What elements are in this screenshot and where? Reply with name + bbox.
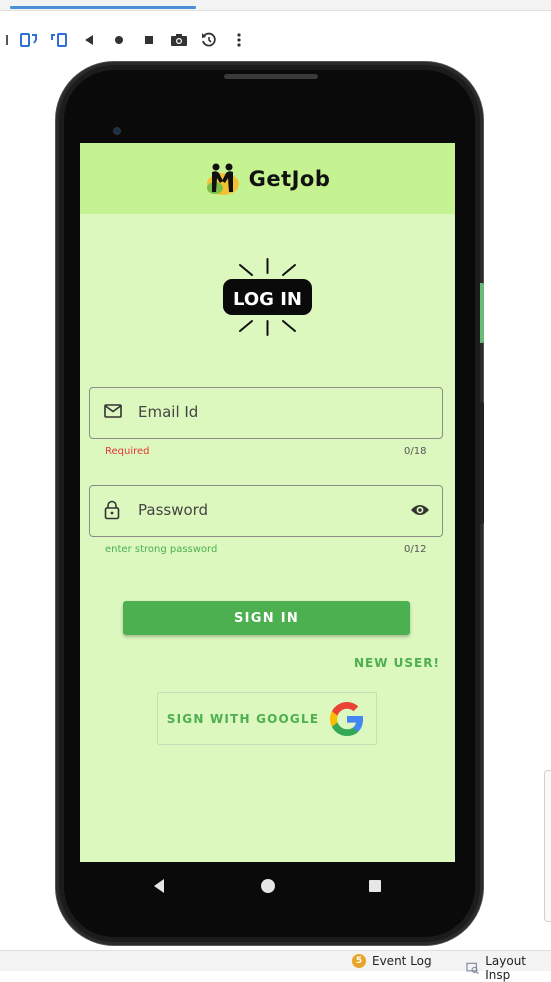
email-char-counter: 0/18 [404,446,427,457]
nav-overview-icon[interactable] [368,879,382,893]
overview-icon[interactable] [134,25,164,55]
speaker-grill [224,74,318,79]
nav-back-icon[interactable] [152,878,166,894]
google-sign-in-label: SIGN WITH GOOGLE [166,711,320,726]
volume-button[interactable] [480,283,484,343]
rotate-right-icon[interactable] [14,25,44,55]
eye-icon[interactable] [410,503,430,517]
back-icon[interactable] [74,25,104,55]
camera-icon[interactable] [164,25,194,55]
rotate-left-icon[interactable] [44,25,74,55]
email-field[interactable]: Email Id [89,387,443,439]
event-log-label: Event Log [372,954,432,968]
password-char-counter: 0/12 [404,544,427,555]
ide-side-panel [544,770,551,922]
emulator-toolbar [0,22,254,58]
snapshot-restore-icon[interactable] [194,25,224,55]
active-tab-indicator [10,6,196,9]
power-icon[interactable] [0,25,14,55]
password-placeholder: Password [138,501,209,519]
ide-tab-strip [0,0,551,11]
login-badge-text: LOG IN [233,289,302,310]
more-options-icon[interactable] [224,25,254,55]
event-count-badge: 5 [352,954,366,968]
google-logo-icon [330,701,364,736]
nav-home-icon[interactable] [260,878,276,894]
event-log-item[interactable]: 5 Event Log [352,954,432,968]
front-camera [113,127,121,135]
handshake-logo-icon [206,163,239,195]
android-nav-bar [80,862,455,912]
email-placeholder: Email Id [138,403,199,421]
mail-icon [104,404,122,418]
lock-icon [104,500,120,520]
brand-name: GetJob [248,166,331,191]
new-user-link[interactable]: NEW USER! [354,656,440,670]
ide-status-bar: 5 Event Log Layout Insp [0,950,551,982]
power-side-button[interactable] [480,402,484,524]
google-sign-in-button[interactable]: SIGN WITH GOOGLE [157,692,377,745]
sign-in-button[interactable]: SIGN IN [123,601,410,635]
brand: GetJob [205,162,331,196]
home-icon[interactable] [104,25,134,55]
email-helper-text: Required [105,446,150,457]
layout-inspector-label: Layout Insp [485,954,527,982]
password-helper-text: enter strong password [105,544,218,555]
app-screen: GetJob LOG IN Email Id Required 0/18 Pas [80,143,455,862]
password-field[interactable]: Password [89,485,443,537]
layout-inspector-icon [466,962,479,974]
app-bar: GetJob [80,143,455,214]
layout-inspector-item[interactable]: Layout Insp [466,954,551,982]
login-badge-icon: LOG IN [223,258,312,336]
